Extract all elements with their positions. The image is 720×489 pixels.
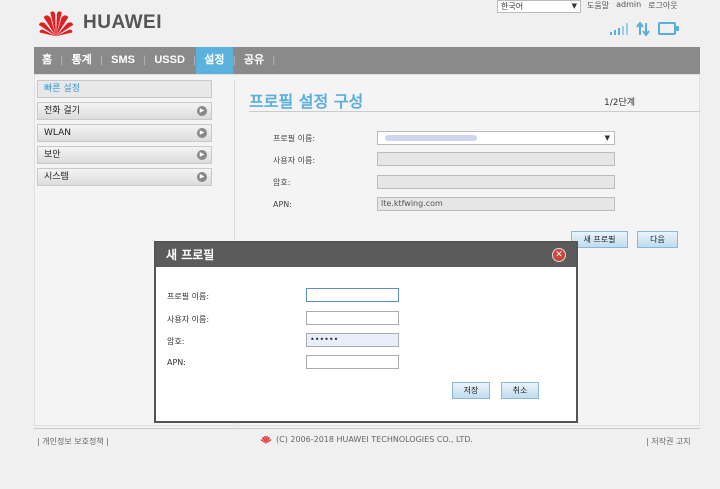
signal-strength-icon (610, 23, 628, 35)
nav-separator: | (272, 55, 276, 66)
data-transfer-icon (636, 22, 650, 36)
sidebar: 빠른 설정 전화 걸기 ▶ WLAN ▶ 보안 ▶ 시스템 ▶ (37, 80, 212, 190)
sidebar-item-label: 시스템 (44, 172, 69, 182)
sidebar-item-system[interactable]: 시스템 ▶ (37, 168, 212, 186)
dialog-profile-name-input[interactable] (306, 288, 399, 302)
dialog-username-input[interactable] (306, 311, 399, 325)
sidebar-item-wlan[interactable]: WLAN ▶ (37, 124, 212, 142)
nav-item-share[interactable]: 공유 (236, 47, 272, 74)
nav-item-settings[interactable]: 설정 (196, 47, 233, 74)
sidebar-item-label: 전화 걸기 (44, 106, 80, 116)
save-button[interactable]: 저장 (452, 382, 490, 399)
sidebar-item-label: WLAN (44, 128, 72, 138)
dialog-header: 새 프로필 ✕ (156, 243, 576, 267)
new-profile-dialog: 새 프로필 ✕ 프로필 이름: 사용자 이름: 암호: •••••• APN: … (154, 241, 578, 423)
page-title: 프로필 설정 구성 (249, 92, 364, 111)
apn-value: lte.ktfwing.com (381, 199, 443, 208)
chevron-right-icon: ▶ (197, 106, 207, 116)
chevron-right-icon: ▶ (197, 128, 207, 138)
chevron-down-icon: ▼ (604, 134, 610, 142)
footer-privacy[interactable]: | 개인정보 보호정책 | (37, 436, 109, 447)
language-value: 한국어 (501, 2, 524, 11)
sidebar-item-security[interactable]: 보안 ▶ (37, 146, 212, 164)
nav-item-statistics[interactable]: 통계 (64, 47, 100, 74)
main-nav: 홈 | 통계 | SMS | USSD | 설정 | 공유 | (34, 47, 700, 74)
dialog-apn-input[interactable] (306, 355, 399, 369)
apn-label: APN: (273, 200, 292, 209)
sidebar-item-label: 보안 (44, 150, 61, 160)
next-button[interactable]: 다음 (637, 231, 678, 248)
top-links: 도움말 admin 로그아웃 (587, 0, 678, 11)
status-icons (610, 22, 680, 36)
help-link[interactable]: 도움말 (587, 0, 609, 11)
dialog-apn-label: APN: (167, 358, 186, 367)
dialog-password-label: 암호: (167, 337, 185, 346)
language-select[interactable]: 한국어 ▼ (497, 0, 581, 13)
title-divider (249, 111, 700, 112)
brand-name: HUAWEI (83, 12, 162, 33)
sidebar-item-quick-setup[interactable]: 빠른 설정 (37, 80, 212, 98)
footer-divider (34, 428, 700, 429)
logout-link[interactable]: 로그아웃 (648, 0, 677, 11)
footer-copyright-notice[interactable]: | 저작권 고지 (646, 436, 691, 447)
cancel-button[interactable]: 취소 (501, 382, 539, 399)
footer-copyright: (C) 2006-2018 HUAWEI TECHNOLOGIES CO., L… (260, 435, 473, 444)
username-label: 사용자 이름: (273, 156, 316, 165)
profile-name-label: 프로필 이름: (273, 134, 316, 143)
redacted-value (385, 134, 477, 141)
user-name: admin (616, 0, 642, 9)
huawei-logo: HUAWEI (37, 8, 162, 38)
chevron-right-icon: ▶ (197, 150, 207, 160)
username-field (377, 152, 615, 166)
chevron-down-icon: ▼ (571, 2, 577, 10)
password-field (377, 175, 615, 189)
password-label: 암호: (273, 178, 291, 187)
nav-item-sms[interactable]: SMS (103, 47, 143, 74)
dialog-title: 새 프로필 (166, 248, 215, 262)
dialog-password-input[interactable]: •••••• (306, 333, 399, 347)
monitor-icon (658, 22, 679, 35)
chevron-right-icon: ▶ (197, 172, 207, 182)
privacy-policy-link[interactable]: 개인정보 보호정책 (42, 437, 103, 446)
sidebar-item-label: 빠른 설정 (44, 84, 80, 94)
step-indicator: 1/2단계 (604, 98, 636, 108)
copyright-notice-link[interactable]: 저작권 고지 (651, 437, 690, 446)
close-icon[interactable]: ✕ (552, 248, 566, 262)
huawei-small-logo-icon (260, 435, 272, 444)
nav-item-ussd[interactable]: USSD (146, 47, 193, 74)
dialog-profile-name-label: 프로필 이름: (167, 292, 210, 301)
copyright-text: (C) 2006-2018 HUAWEI TECHNOLOGIES CO., L… (276, 435, 473, 444)
dialog-password-value: •••••• (310, 335, 339, 344)
new-profile-button[interactable]: 새 프로필 (571, 231, 628, 248)
nav-item-home[interactable]: 홈 (34, 47, 60, 74)
sidebar-item-dial-up[interactable]: 전화 걸기 ▶ (37, 102, 212, 120)
dialog-username-label: 사용자 이름: (167, 315, 210, 324)
apn-field: lte.ktfwing.com (377, 197, 615, 211)
profile-name-select[interactable]: ▼ (377, 131, 615, 145)
huawei-flower-icon (38, 11, 74, 37)
